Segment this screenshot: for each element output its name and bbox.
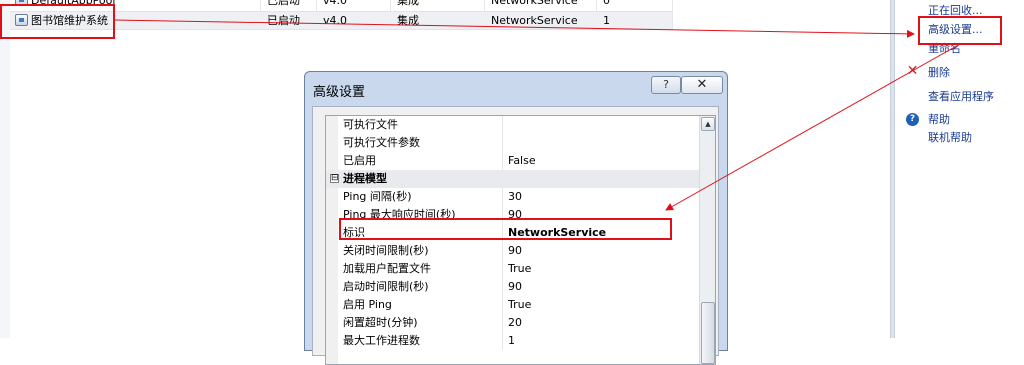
property-row[interactable]: 启用 Ping True: [326, 296, 699, 314]
property-column-divider: [502, 314, 503, 332]
category-name: 进程模型: [343, 172, 387, 185]
action-help[interactable]: 帮助: [928, 113, 950, 127]
advanced-settings-dialog: 高级设置 ? ✕ 可执行文件 可执行文件参数 已启用 False ⊟ 进程模型 …: [304, 71, 728, 365]
property-row[interactable]: 闲置超时(分钟) 20: [326, 314, 699, 332]
annotation-box-advanced-settings: [918, 16, 1002, 45]
property-value: 20: [508, 316, 522, 329]
pane-splitter[interactable]: [890, 0, 895, 338]
property-row[interactable]: Ping 间隔(秒) 30: [326, 188, 699, 206]
property-name: 最大工作进程数: [343, 334, 420, 347]
property-grid: 可执行文件 可执行文件参数 已启用 False ⊟ 进程模型 Ping 间隔(秒…: [325, 115, 716, 365]
property-row[interactable]: 加载用户配置文件 True: [326, 260, 699, 278]
property-column-divider: [502, 260, 503, 278]
delete-icon: ✕: [906, 63, 919, 79]
annotation-box-identity: [339, 218, 672, 240]
pool-pipeline-mode: 集成: [397, 14, 419, 27]
action-view-applications[interactable]: 查看应用程序: [928, 90, 994, 104]
property-name: 可执行文件参数: [343, 136, 420, 149]
actions-pane: 正在回收... 高级设置... 重命名 ✕ 删除 查看应用程序 ? 帮助 联机帮…: [897, 0, 1024, 338]
property-row[interactable]: 可执行文件: [326, 116, 699, 134]
help-icon: ?: [906, 113, 919, 126]
pool-clr-version: v4.0: [323, 14, 348, 27]
scroll-up-arrow-icon[interactable]: ▲: [701, 117, 715, 131]
property-name: 加载用户配置文件: [343, 262, 431, 275]
pool-identity: NetworkService: [491, 14, 578, 27]
property-value: 30: [508, 190, 522, 203]
property-row[interactable]: 可执行文件参数: [326, 134, 699, 152]
property-column-divider: [502, 296, 503, 314]
pool-app-count: 1: [603, 14, 610, 27]
column-divider: [672, 0, 673, 29]
property-name: 关闭时间限制(秒): [343, 244, 429, 257]
pool-status: 已启动: [267, 14, 300, 27]
property-name: 启动时间限制(秒): [343, 280, 429, 293]
property-column-divider: [502, 152, 503, 170]
property-name: 启用 Ping: [343, 298, 392, 311]
pool-app-count: 0: [603, 0, 610, 7]
property-row[interactable]: 已启用 False: [326, 152, 699, 170]
property-column-divider: [502, 188, 503, 206]
property-name: 闲置超时(分钟): [343, 316, 418, 329]
pool-identity: NetworkService: [491, 0, 578, 7]
annotation-box-pool: [0, 4, 115, 39]
property-value: 90: [508, 280, 522, 293]
property-grid-scrollbar[interactable]: ▲: [699, 116, 715, 364]
property-row[interactable]: 关闭时间限制(秒) 90: [326, 242, 699, 260]
property-name: 已启用: [343, 154, 376, 167]
property-column-divider: [502, 242, 503, 260]
action-online-help[interactable]: 联机帮助: [928, 131, 972, 145]
property-value: 1: [508, 334, 515, 347]
property-name: Ping 间隔(秒): [343, 190, 412, 203]
property-row[interactable]: 启动时间限制(秒) 90: [326, 278, 699, 296]
property-row[interactable]: 最大工作进程数 1: [326, 332, 699, 350]
action-delete[interactable]: 删除: [928, 66, 950, 80]
property-value: 90: [508, 244, 522, 257]
property-column-divider: [502, 134, 503, 152]
property-value: False: [508, 154, 536, 167]
dialog-title: 高级设置: [313, 85, 366, 100]
property-column-divider: [502, 278, 503, 296]
property-value: True: [508, 262, 532, 275]
collapse-toggle-icon[interactable]: ⊟: [330, 174, 339, 183]
pool-clr-version: v4.0: [323, 0, 348, 7]
property-column-divider: [502, 116, 503, 134]
property-value: True: [508, 298, 532, 311]
property-name: 可执行文件: [343, 118, 398, 131]
pool-status: 已启动: [267, 0, 300, 7]
dialog-help-button[interactable]: ?: [651, 76, 681, 94]
pool-pipeline-mode: 集成: [397, 0, 419, 7]
scroll-thumb[interactable]: [701, 302, 715, 364]
dialog-close-button[interactable]: ✕: [681, 76, 723, 94]
property-category-process-model[interactable]: ⊟ 进程模型: [326, 170, 699, 188]
property-column-divider: [502, 332, 503, 350]
